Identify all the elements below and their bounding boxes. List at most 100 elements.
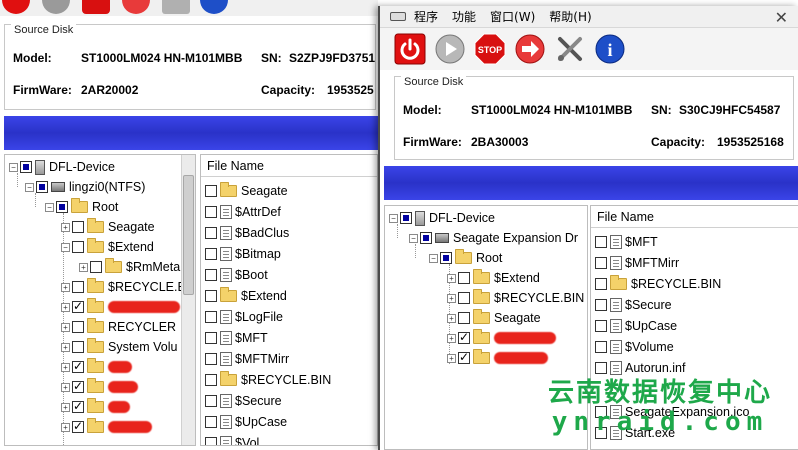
partition-checkbox[interactable] bbox=[420, 232, 432, 244]
item-checkbox[interactable] bbox=[72, 299, 84, 313]
item-checkbox[interactable] bbox=[72, 221, 84, 233]
file-row[interactable]: $Boot bbox=[205, 265, 268, 285]
tree-item[interactable]: + bbox=[447, 348, 548, 368]
file-checkbox[interactable] bbox=[205, 248, 217, 260]
file-row[interactable]: $Secure bbox=[205, 391, 282, 411]
menu-program[interactable]: 程序 bbox=[414, 8, 438, 25]
item-checkbox[interactable] bbox=[72, 321, 84, 333]
file-row[interactable]: $RECYCLE.BIN bbox=[205, 370, 331, 390]
file-row[interactable]: $MFTMirr bbox=[205, 349, 289, 369]
collapse-icon[interactable]: − bbox=[409, 233, 418, 243]
file-checkbox[interactable] bbox=[595, 320, 607, 332]
file-row[interactable]: $MFT bbox=[205, 328, 268, 348]
file-checkbox[interactable] bbox=[205, 395, 217, 407]
tree-item[interactable]: + bbox=[61, 357, 132, 377]
expand-icon[interactable]: + bbox=[447, 313, 456, 323]
expand-icon[interactable]: + bbox=[61, 322, 70, 332]
file-checkbox[interactable] bbox=[205, 311, 217, 323]
file-checkbox[interactable] bbox=[595, 278, 607, 290]
file-checkbox[interactable] bbox=[595, 236, 607, 248]
item-checkbox[interactable] bbox=[72, 359, 84, 373]
tree-root[interactable]: − Root bbox=[45, 197, 118, 217]
file-checkbox[interactable] bbox=[595, 257, 607, 269]
tree-item[interactable]: + $RmMeta bbox=[79, 257, 180, 277]
expand-icon[interactable]: + bbox=[79, 262, 88, 272]
power-icon[interactable] bbox=[2, 0, 30, 14]
file-name-column-header[interactable]: File Name bbox=[201, 155, 377, 177]
next-button[interactable] bbox=[514, 33, 546, 65]
file-row[interactable]: $MFT bbox=[595, 232, 658, 252]
item-checkbox[interactable] bbox=[458, 350, 470, 364]
menu-function[interactable]: 功能 bbox=[452, 8, 476, 25]
file-checkbox[interactable] bbox=[205, 437, 217, 445]
collapse-icon[interactable]: − bbox=[9, 162, 18, 172]
tree-item[interactable]: + bbox=[61, 417, 152, 437]
tree-item[interactable]: + bbox=[61, 297, 180, 317]
root-checkbox[interactable] bbox=[440, 252, 452, 264]
menu-window[interactable]: 窗口(W) bbox=[490, 8, 535, 25]
file-checkbox[interactable] bbox=[205, 269, 217, 281]
file-checkbox[interactable] bbox=[205, 185, 217, 197]
expand-icon[interactable]: + bbox=[447, 293, 456, 303]
tree-item[interactable]: + $RECYCLE.BIN bbox=[447, 288, 584, 308]
collapse-icon[interactable]: − bbox=[61, 242, 70, 252]
device-checkbox[interactable] bbox=[20, 161, 32, 173]
item-checkbox[interactable] bbox=[72, 341, 84, 353]
item-checkbox[interactable] bbox=[458, 272, 470, 284]
play-button[interactable] bbox=[434, 33, 466, 65]
tree-partition[interactable]: − lingzi0(NTFS) bbox=[25, 177, 145, 197]
collapse-icon[interactable]: − bbox=[429, 253, 438, 263]
partition-checkbox[interactable] bbox=[36, 181, 48, 193]
collapse-icon[interactable]: − bbox=[389, 213, 398, 223]
folder-tree[interactable]: − DFL-Device − lingzi0(NTFS) − Root + Se… bbox=[4, 154, 196, 446]
item-checkbox[interactable] bbox=[72, 419, 84, 433]
expand-icon[interactable]: + bbox=[447, 353, 456, 363]
tree-item[interactable]: + bbox=[61, 377, 138, 397]
file-checkbox[interactable] bbox=[205, 290, 217, 302]
expand-icon[interactable]: + bbox=[61, 402, 70, 412]
root-checkbox[interactable] bbox=[56, 201, 68, 213]
scrollbar-thumb[interactable] bbox=[183, 175, 194, 295]
file-row[interactable]: $Extend bbox=[205, 286, 287, 306]
info-button[interactable]: i bbox=[594, 33, 626, 65]
expand-icon[interactable]: + bbox=[61, 362, 70, 372]
tree-device[interactable]: − DFL-Device bbox=[9, 157, 115, 177]
file-row[interactable]: $LogFile bbox=[205, 307, 283, 327]
file-row[interactable]: $Secure bbox=[595, 295, 672, 315]
file-row[interactable]: $RECYCLE.BIN bbox=[595, 274, 721, 294]
device-checkbox[interactable] bbox=[400, 212, 412, 224]
info-icon[interactable] bbox=[200, 0, 228, 14]
file-row[interactable]: $Bitmap bbox=[205, 244, 281, 264]
item-checkbox[interactable] bbox=[458, 292, 470, 304]
tree-item[interactable]: − $Extend bbox=[61, 237, 154, 257]
file-row[interactable]: Seagate bbox=[205, 181, 288, 201]
expand-icon[interactable]: + bbox=[61, 422, 70, 432]
expand-icon[interactable]: + bbox=[447, 333, 456, 343]
file-row[interactable]: $BadClus bbox=[205, 223, 289, 243]
item-checkbox[interactable] bbox=[72, 379, 84, 393]
menu-help[interactable]: 帮助(H) bbox=[549, 8, 591, 25]
tools-icon[interactable] bbox=[162, 0, 190, 14]
expand-icon[interactable]: + bbox=[61, 342, 70, 352]
file-checkbox[interactable] bbox=[205, 416, 217, 428]
tree-item[interactable]: + bbox=[61, 397, 130, 417]
item-checkbox[interactable] bbox=[72, 241, 84, 253]
tree-item[interactable]: + $RECYCLE.BIN bbox=[61, 277, 195, 297]
item-checkbox[interactable] bbox=[90, 261, 102, 273]
stop-button[interactable]: STOP bbox=[474, 33, 506, 65]
file-row[interactable]: $UpCase bbox=[595, 316, 677, 336]
file-checkbox[interactable] bbox=[205, 206, 217, 218]
tree-item[interactable]: + $Extend bbox=[447, 268, 540, 288]
tree-scrollbar[interactable] bbox=[181, 155, 195, 445]
file-checkbox[interactable] bbox=[595, 341, 607, 353]
collapse-icon[interactable]: − bbox=[25, 182, 34, 192]
file-row[interactable]: $UpCase bbox=[205, 412, 287, 432]
file-checkbox[interactable] bbox=[205, 374, 217, 386]
expand-icon[interactable]: + bbox=[61, 222, 70, 232]
tree-root[interactable]: − Root bbox=[429, 248, 502, 268]
file-checkbox[interactable] bbox=[205, 332, 217, 344]
file-row[interactable]: $AttrDef bbox=[205, 202, 281, 222]
power-button[interactable] bbox=[394, 33, 426, 65]
file-row[interactable]: $MFTMirr bbox=[595, 253, 679, 273]
tree-partition[interactable]: − Seagate Expansion Dr bbox=[409, 228, 578, 248]
